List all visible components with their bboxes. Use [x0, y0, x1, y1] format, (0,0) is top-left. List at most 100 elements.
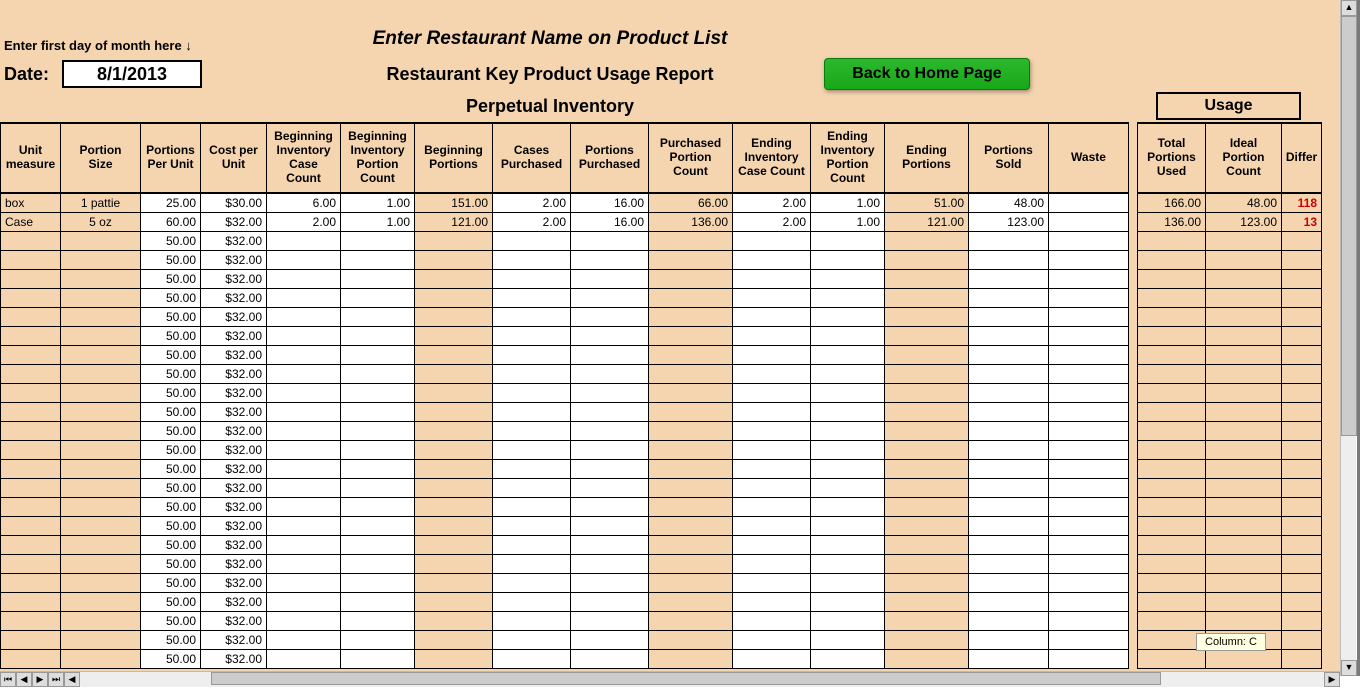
cell-purchased_portion_count[interactable] [649, 288, 733, 307]
table-row[interactable]: 50.00$32.00 [1, 345, 1322, 364]
cell-cost_per_unit[interactable]: $32.00 [201, 307, 267, 326]
cell-difference[interactable] [1282, 364, 1322, 383]
cell-end_portions[interactable]: 51.00 [885, 193, 969, 212]
cell-purchased_portion_count[interactable] [649, 592, 733, 611]
cell-beg_inv_case[interactable] [267, 326, 341, 345]
cell-gap[interactable] [1129, 592, 1138, 611]
cell-portion_size[interactable] [61, 326, 141, 345]
cell-beg_portions[interactable] [415, 497, 493, 516]
cell-end_portions[interactable] [885, 630, 969, 649]
cell-total_portions_used[interactable] [1138, 440, 1206, 459]
cell-cost_per_unit[interactable]: $32.00 [201, 497, 267, 516]
col-header-cases_purchased[interactable]: CasesPurchased [493, 123, 571, 193]
cell-beg_inv_case[interactable] [267, 421, 341, 440]
cell-beg_inv_portion[interactable] [341, 364, 415, 383]
cell-portions_per_unit[interactable]: 50.00 [141, 402, 201, 421]
cell-beg_portions[interactable] [415, 535, 493, 554]
cell-waste[interactable] [1049, 307, 1129, 326]
cell-portions_purchased[interactable] [571, 440, 649, 459]
table-row[interactable]: Case5 oz60.00$32.002.001.00121.002.0016.… [1, 212, 1322, 231]
cell-cases_purchased[interactable]: 2.00 [493, 212, 571, 231]
col-header-end_inv_case[interactable]: EndingInventoryCase Count [733, 123, 811, 193]
cell-difference[interactable] [1282, 326, 1322, 345]
col-header-ideal_portion_count[interactable]: IdealPortionCount [1206, 123, 1282, 193]
cell-gap[interactable] [1129, 212, 1138, 231]
cell-total_portions_used[interactable] [1138, 459, 1206, 478]
cell-portions_sold[interactable] [969, 231, 1049, 250]
table-row[interactable]: 50.00$32.00 [1, 440, 1322, 459]
cell-portions_purchased[interactable] [571, 459, 649, 478]
sheet-nav-next[interactable]: ▶ [32, 672, 48, 687]
cell-ideal_portion_count[interactable] [1206, 554, 1282, 573]
cell-waste[interactable] [1049, 573, 1129, 592]
cell-end_inv_portion[interactable] [811, 516, 885, 535]
cell-total_portions_used[interactable] [1138, 535, 1206, 554]
cell-waste[interactable] [1049, 535, 1129, 554]
table-row[interactable]: 50.00$32.00 [1, 554, 1322, 573]
cell-total_portions_used[interactable] [1138, 345, 1206, 364]
cell-end_inv_case[interactable] [733, 497, 811, 516]
cell-unit_measure[interactable] [1, 516, 61, 535]
cell-portions_purchased[interactable] [571, 269, 649, 288]
cell-cases_purchased[interactable] [493, 649, 571, 668]
cell-waste[interactable] [1049, 421, 1129, 440]
cell-ideal_portion_count[interactable] [1206, 478, 1282, 497]
cell-beg_portions[interactable] [415, 269, 493, 288]
cell-cost_per_unit[interactable]: $32.00 [201, 535, 267, 554]
cell-purchased_portion_count[interactable]: 66.00 [649, 193, 733, 212]
cell-beg_inv_portion[interactable] [341, 554, 415, 573]
cell-total_portions_used[interactable] [1138, 250, 1206, 269]
cell-ideal_portion_count[interactable]: 48.00 [1206, 193, 1282, 212]
cell-total_portions_used[interactable] [1138, 516, 1206, 535]
cell-cases_purchased[interactable] [493, 326, 571, 345]
cell-unit_measure[interactable] [1, 497, 61, 516]
cell-waste[interactable] [1049, 516, 1129, 535]
cell-waste[interactable] [1049, 478, 1129, 497]
cell-cases_purchased[interactable] [493, 402, 571, 421]
cell-portion_size[interactable] [61, 440, 141, 459]
cell-cases_purchased[interactable] [493, 497, 571, 516]
cell-portions_sold[interactable]: 123.00 [969, 212, 1049, 231]
cell-beg_inv_portion[interactable] [341, 535, 415, 554]
cell-beg_inv_portion[interactable] [341, 649, 415, 668]
cell-beg_portions[interactable] [415, 611, 493, 630]
cell-portions_sold[interactable] [969, 250, 1049, 269]
cell-beg_inv_case[interactable] [267, 649, 341, 668]
cell-beg_inv_case[interactable] [267, 402, 341, 421]
cell-end_inv_case[interactable] [733, 269, 811, 288]
cell-cases_purchased[interactable] [493, 440, 571, 459]
cell-end_portions[interactable] [885, 345, 969, 364]
cell-beg_inv_case[interactable] [267, 364, 341, 383]
cell-portions_sold[interactable] [969, 554, 1049, 573]
cell-difference[interactable]: 13 [1282, 212, 1322, 231]
cell-portion_size[interactable] [61, 269, 141, 288]
cell-portions_per_unit[interactable]: 50.00 [141, 288, 201, 307]
cell-ideal_portion_count[interactable] [1206, 326, 1282, 345]
cell-portions_sold[interactable] [969, 402, 1049, 421]
cell-portion_size[interactable] [61, 535, 141, 554]
cell-purchased_portion_count[interactable] [649, 459, 733, 478]
cell-portions_per_unit[interactable]: 50.00 [141, 345, 201, 364]
cell-portions_purchased[interactable] [571, 402, 649, 421]
cell-gap[interactable] [1129, 630, 1138, 649]
cell-cases_purchased[interactable] [493, 383, 571, 402]
cell-beg_inv_case[interactable] [267, 573, 341, 592]
cell-purchased_portion_count[interactable] [649, 440, 733, 459]
cell-beg_inv_portion[interactable] [341, 402, 415, 421]
cell-beg_inv_portion[interactable] [341, 440, 415, 459]
cell-end_inv_portion[interactable] [811, 326, 885, 345]
table-row[interactable]: 50.00$32.00 [1, 535, 1322, 554]
cell-portions_sold[interactable] [969, 535, 1049, 554]
cell-portions_purchased[interactable] [571, 497, 649, 516]
cell-gap[interactable] [1129, 288, 1138, 307]
cell-portions_sold[interactable] [969, 630, 1049, 649]
cell-purchased_portion_count[interactable] [649, 478, 733, 497]
cell-purchased_portion_count[interactable] [649, 402, 733, 421]
cell-end_portions[interactable] [885, 269, 969, 288]
cell-beg_inv_case[interactable] [267, 231, 341, 250]
cell-beg_portions[interactable] [415, 459, 493, 478]
cell-end_inv_portion[interactable] [811, 288, 885, 307]
cell-end_inv_portion[interactable] [811, 421, 885, 440]
cell-difference[interactable] [1282, 383, 1322, 402]
cell-end_inv_portion[interactable] [811, 440, 885, 459]
